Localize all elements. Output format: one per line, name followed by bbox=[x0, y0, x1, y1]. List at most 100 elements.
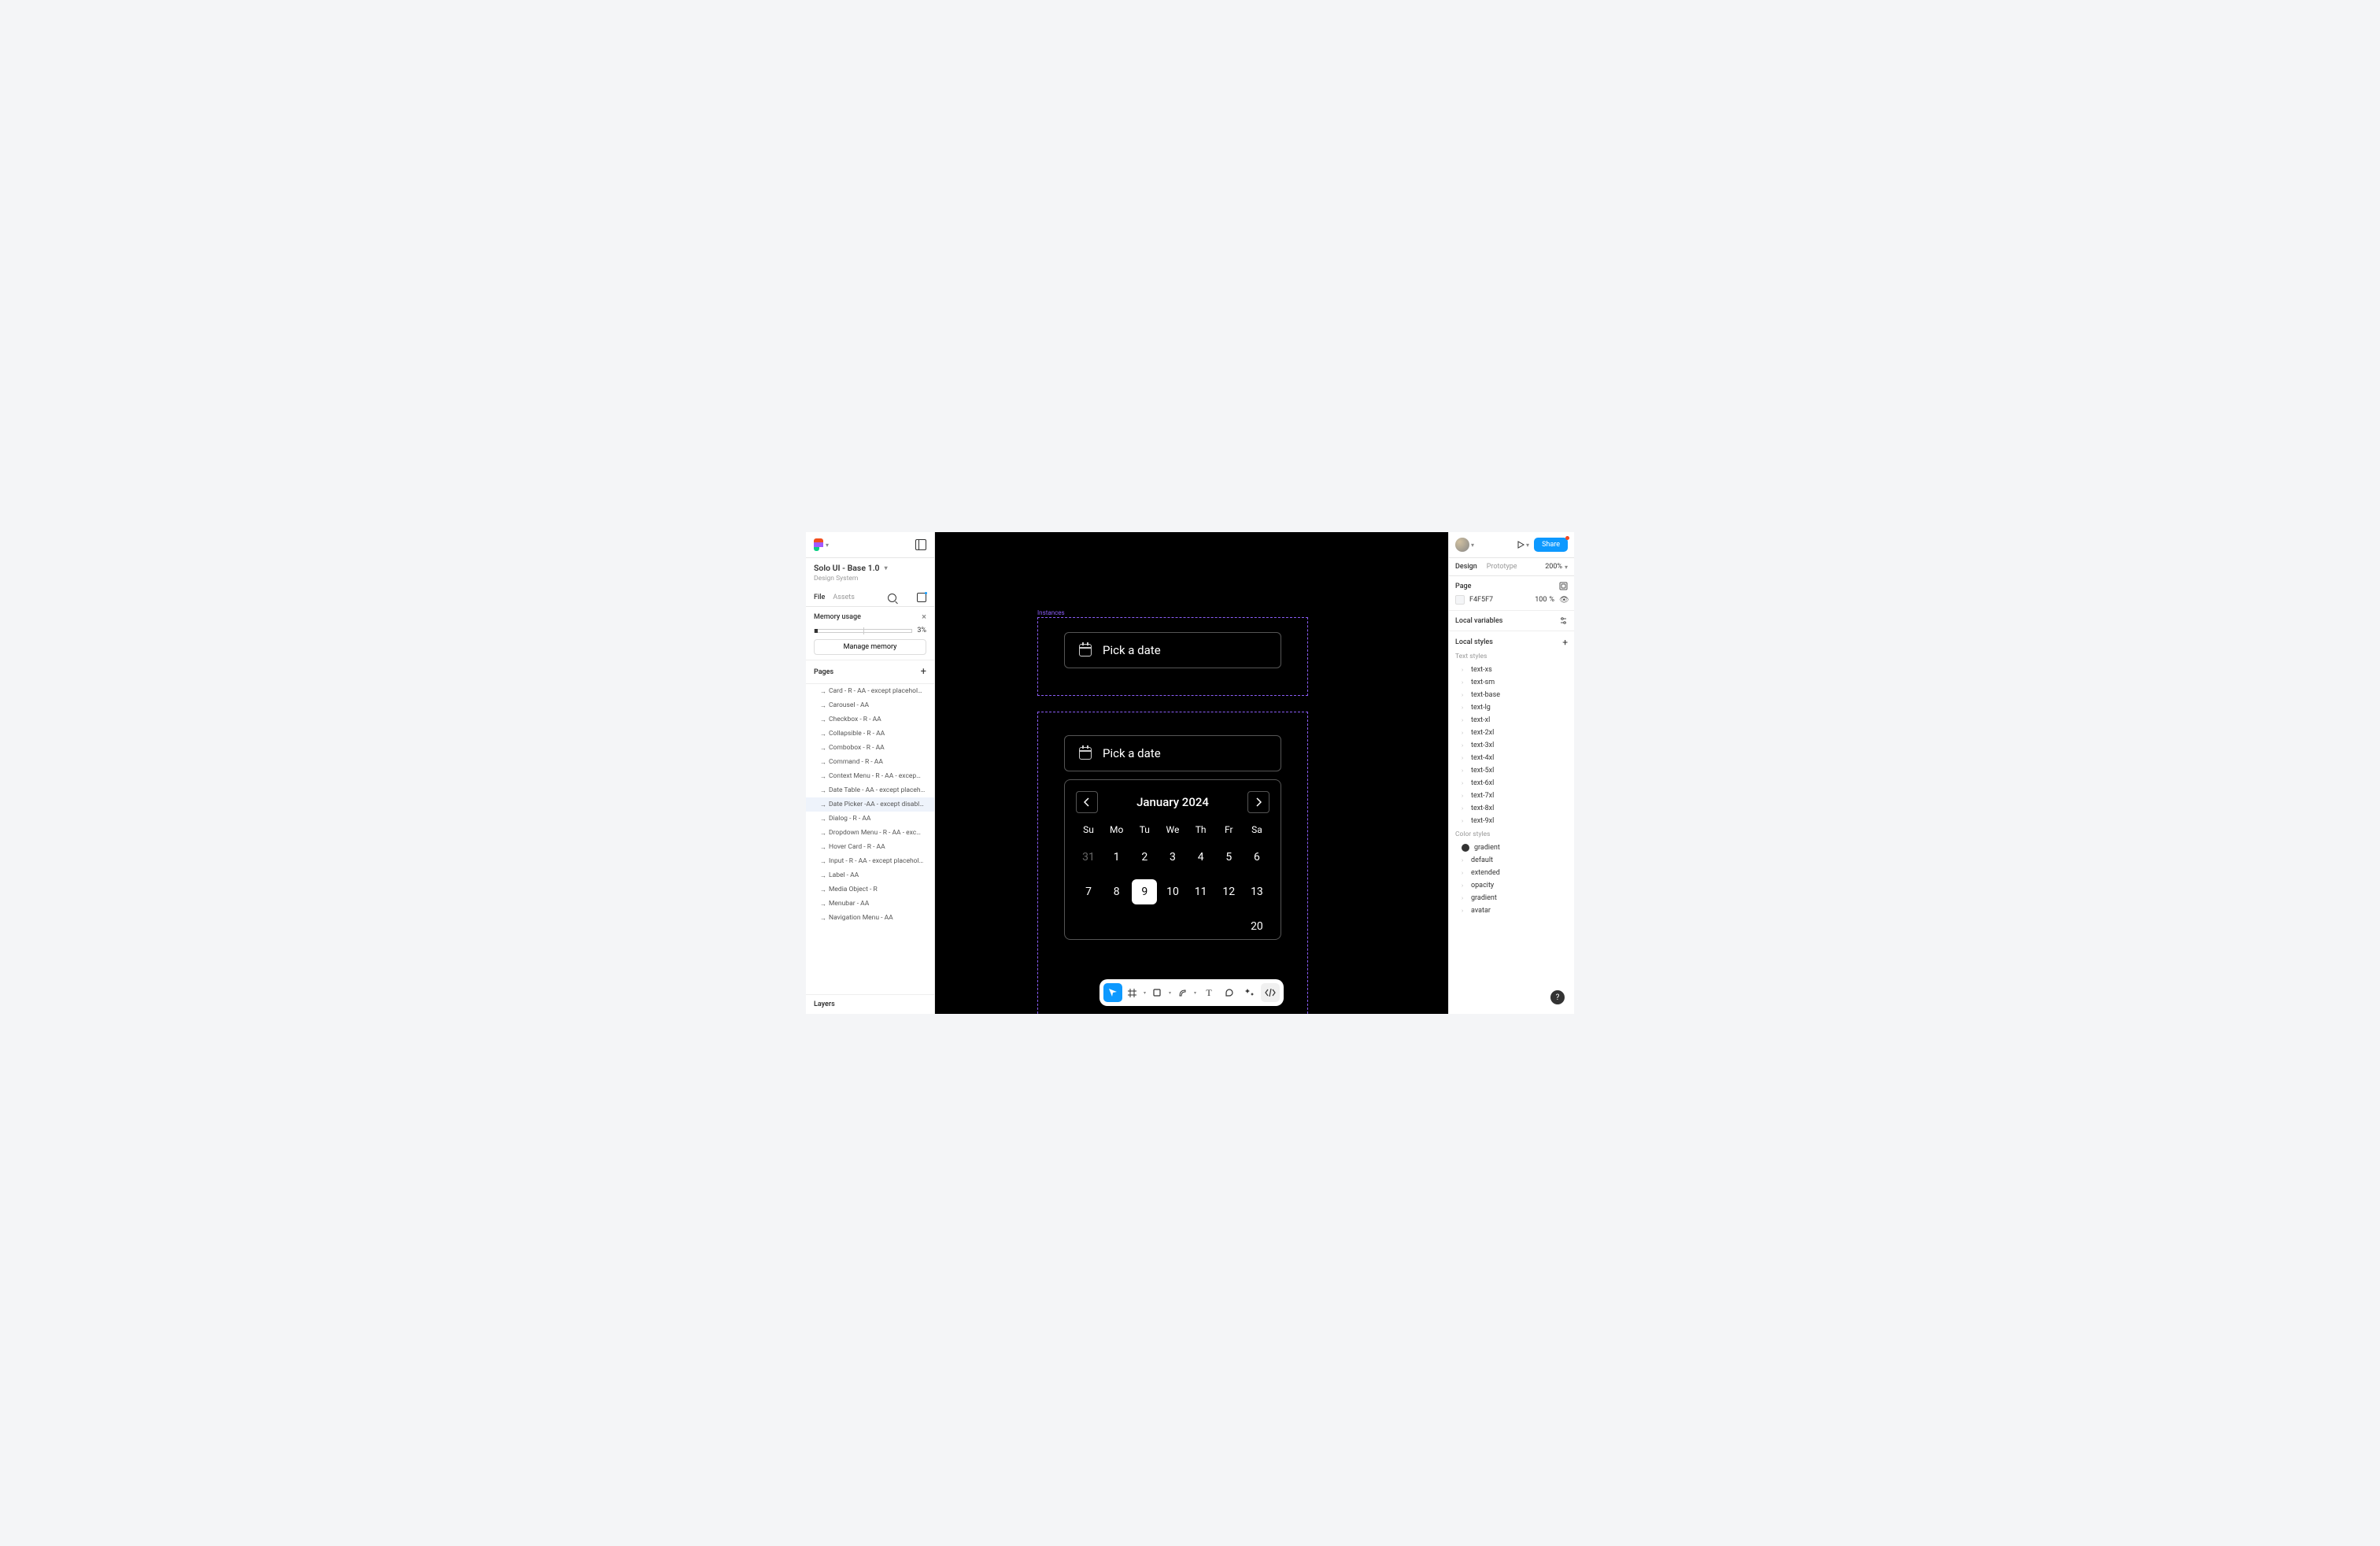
zoom-control[interactable]: 200% ▾ bbox=[1545, 563, 1568, 571]
calendar-day[interactable]: 7 bbox=[1076, 879, 1101, 904]
text-style-item[interactable]: ›text-9xl bbox=[1449, 815, 1574, 827]
calendar-day[interactable]: 11 bbox=[1188, 879, 1214, 904]
file-title-row[interactable]: Solo UI - Base 1.0▾ bbox=[806, 558, 934, 575]
date-picker-trigger-closed[interactable]: Pick a date bbox=[1064, 632, 1281, 668]
figma-menu[interactable]: ▾ bbox=[814, 538, 829, 551]
calendar-day[interactable]: 10 bbox=[1160, 879, 1185, 904]
text-style-item[interactable]: ›text-7xl bbox=[1449, 790, 1574, 802]
color-hex[interactable]: F4F5F7 bbox=[1469, 596, 1530, 604]
close-icon[interactable]: × bbox=[922, 612, 926, 622]
calendar-day[interactable]: 1 bbox=[1104, 845, 1129, 870]
background-color-row[interactable]: F4F5F7 100 % 👁 bbox=[1455, 595, 1568, 605]
text-style-item[interactable]: ›text-2xl bbox=[1449, 727, 1574, 739]
color-style-item[interactable]: gradient bbox=[1449, 841, 1574, 854]
share-button[interactable]: Share bbox=[1534, 538, 1568, 552]
page-list[interactable]: → Card - R - AA - except placehol…→ Caro… bbox=[806, 684, 934, 994]
dev-mode-tool[interactable] bbox=[1261, 983, 1280, 1002]
visibility-icon[interactable]: 👁 bbox=[1559, 596, 1568, 605]
local-variables-section[interactable]: Local variables bbox=[1449, 611, 1574, 631]
page-item[interactable]: → Command - R - AA bbox=[806, 755, 934, 769]
search-icon[interactable] bbox=[888, 594, 896, 602]
calendar-day[interactable]: 5 bbox=[1216, 845, 1241, 870]
tab-assets[interactable]: Assets bbox=[833, 589, 855, 606]
page-item[interactable]: → Dropdown Menu - R - AA - exc… bbox=[806, 826, 934, 840]
text-style-item[interactable]: ›text-xl bbox=[1449, 714, 1574, 727]
add-page-icon[interactable]: + bbox=[921, 666, 926, 678]
page-item[interactable]: → Hover Card - R - AA bbox=[806, 840, 934, 854]
calendar-day[interactable] bbox=[1160, 914, 1185, 939]
page-item[interactable]: → Card - R - AA - except placehol… bbox=[806, 684, 934, 698]
comment-tool[interactable] bbox=[1220, 983, 1239, 1002]
text-style-item[interactable]: ›text-sm bbox=[1449, 676, 1574, 689]
instances-frame-label[interactable]: Instances bbox=[1037, 609, 1065, 616]
add-style-icon[interactable]: + bbox=[1562, 637, 1568, 648]
text-style-item[interactable]: ›text-3xl bbox=[1449, 739, 1574, 752]
date-picker-trigger-open[interactable]: Pick a date bbox=[1064, 735, 1281, 771]
canvas-scrollbar-thumb[interactable] bbox=[1446, 650, 1448, 792]
pen-tool[interactable]: ▾ bbox=[1174, 983, 1198, 1002]
color-style-item[interactable]: ›default bbox=[1449, 854, 1574, 867]
text-style-item[interactable]: ›text-5xl bbox=[1449, 764, 1574, 777]
calendar-day[interactable]: 12 bbox=[1216, 879, 1241, 904]
calendar-day[interactable]: 8 bbox=[1104, 879, 1129, 904]
calendar-day[interactable]: 9 bbox=[1132, 879, 1157, 904]
prev-month-button[interactable] bbox=[1076, 791, 1098, 813]
export-settings-icon[interactable] bbox=[1559, 582, 1568, 590]
text-style-item[interactable]: ›text-xs bbox=[1449, 664, 1574, 676]
tab-file[interactable]: File bbox=[814, 589, 825, 606]
help-button[interactable]: ? bbox=[1550, 990, 1565, 1004]
page-item[interactable]: → Collapsible - R - AA bbox=[806, 727, 934, 741]
color-style-item[interactable]: ›extended bbox=[1449, 867, 1574, 879]
manage-memory-button[interactable]: Manage memory bbox=[814, 639, 926, 655]
calendar-day[interactable] bbox=[1216, 914, 1241, 939]
calendar-day[interactable]: 20 bbox=[1244, 914, 1269, 939]
canvas[interactable]: Instances Pick a date Pick a date Januar… bbox=[935, 532, 1448, 1014]
page-item[interactable]: → Input - R - AA - except placehol… bbox=[806, 854, 934, 868]
actions-tool[interactable] bbox=[1240, 983, 1259, 1002]
component-insert-icon[interactable] bbox=[917, 593, 926, 602]
next-month-button[interactable] bbox=[1247, 791, 1269, 813]
text-style-item[interactable]: ›text-lg bbox=[1449, 701, 1574, 714]
page-item[interactable]: → Context Menu - R - AA - excep… bbox=[806, 769, 934, 783]
calendar-day[interactable]: 3 bbox=[1160, 845, 1185, 870]
calendar-day[interactable] bbox=[1076, 914, 1101, 939]
color-style-item[interactable]: ›opacity bbox=[1449, 879, 1574, 892]
text-style-item[interactable]: ›text-base bbox=[1449, 689, 1574, 701]
user-menu[interactable]: ▾ bbox=[1455, 538, 1474, 552]
color-style-item[interactable]: ›avatar bbox=[1449, 904, 1574, 917]
text-style-item[interactable]: ›text-6xl bbox=[1449, 777, 1574, 790]
layers-header[interactable]: Layers bbox=[806, 994, 934, 1014]
page-item[interactable]: → Carousel - AA bbox=[806, 698, 934, 712]
calendar-day[interactable]: 4 bbox=[1188, 845, 1214, 870]
calendar-day[interactable] bbox=[1104, 914, 1129, 939]
calendar-day[interactable]: 13 bbox=[1244, 879, 1269, 904]
page-item[interactable]: → Combobox - R - AA bbox=[806, 741, 934, 755]
page-item[interactable]: → Navigation Menu - AA bbox=[806, 911, 934, 925]
text-tool[interactable]: T bbox=[1199, 983, 1218, 1002]
page-item[interactable]: → Label - AA bbox=[806, 868, 934, 882]
page-item[interactable]: → Media Object - R bbox=[806, 882, 934, 897]
calendar-day[interactable] bbox=[1188, 914, 1214, 939]
pages-title[interactable]: Pages bbox=[814, 668, 833, 676]
page-item[interactable]: → Checkbox - R - AA bbox=[806, 712, 934, 727]
color-swatch[interactable] bbox=[1455, 595, 1465, 605]
project-name[interactable]: Design System bbox=[806, 575, 934, 589]
move-tool[interactable] bbox=[1103, 983, 1122, 1002]
present-button[interactable]: ▾ bbox=[1517, 541, 1529, 549]
calendar-day[interactable]: 2 bbox=[1132, 845, 1157, 870]
shape-tool[interactable]: ▾ bbox=[1149, 983, 1173, 1002]
calendar-day[interactable]: 31 bbox=[1076, 845, 1101, 870]
tab-design[interactable]: Design bbox=[1455, 558, 1477, 575]
frame-tool[interactable]: ▾ bbox=[1124, 983, 1148, 1002]
tab-prototype[interactable]: Prototype bbox=[1487, 558, 1517, 575]
page-item[interactable]: → Menubar - AA bbox=[806, 897, 934, 911]
page-item[interactable]: → Date Table - AA - except placeh… bbox=[806, 783, 934, 797]
text-style-item[interactable]: ›text-8xl bbox=[1449, 802, 1574, 815]
page-item[interactable]: → Date Picker -AA - except disabl… bbox=[806, 797, 934, 812]
sliders-icon[interactable] bbox=[1559, 616, 1568, 625]
calendar-day[interactable]: 6 bbox=[1244, 845, 1269, 870]
text-style-item[interactable]: ›text-4xl bbox=[1449, 752, 1574, 764]
page-item[interactable]: → Dialog - R - AA bbox=[806, 812, 934, 826]
toggle-sidebar-icon[interactable] bbox=[915, 539, 926, 550]
calendar-day[interactable] bbox=[1132, 914, 1157, 939]
